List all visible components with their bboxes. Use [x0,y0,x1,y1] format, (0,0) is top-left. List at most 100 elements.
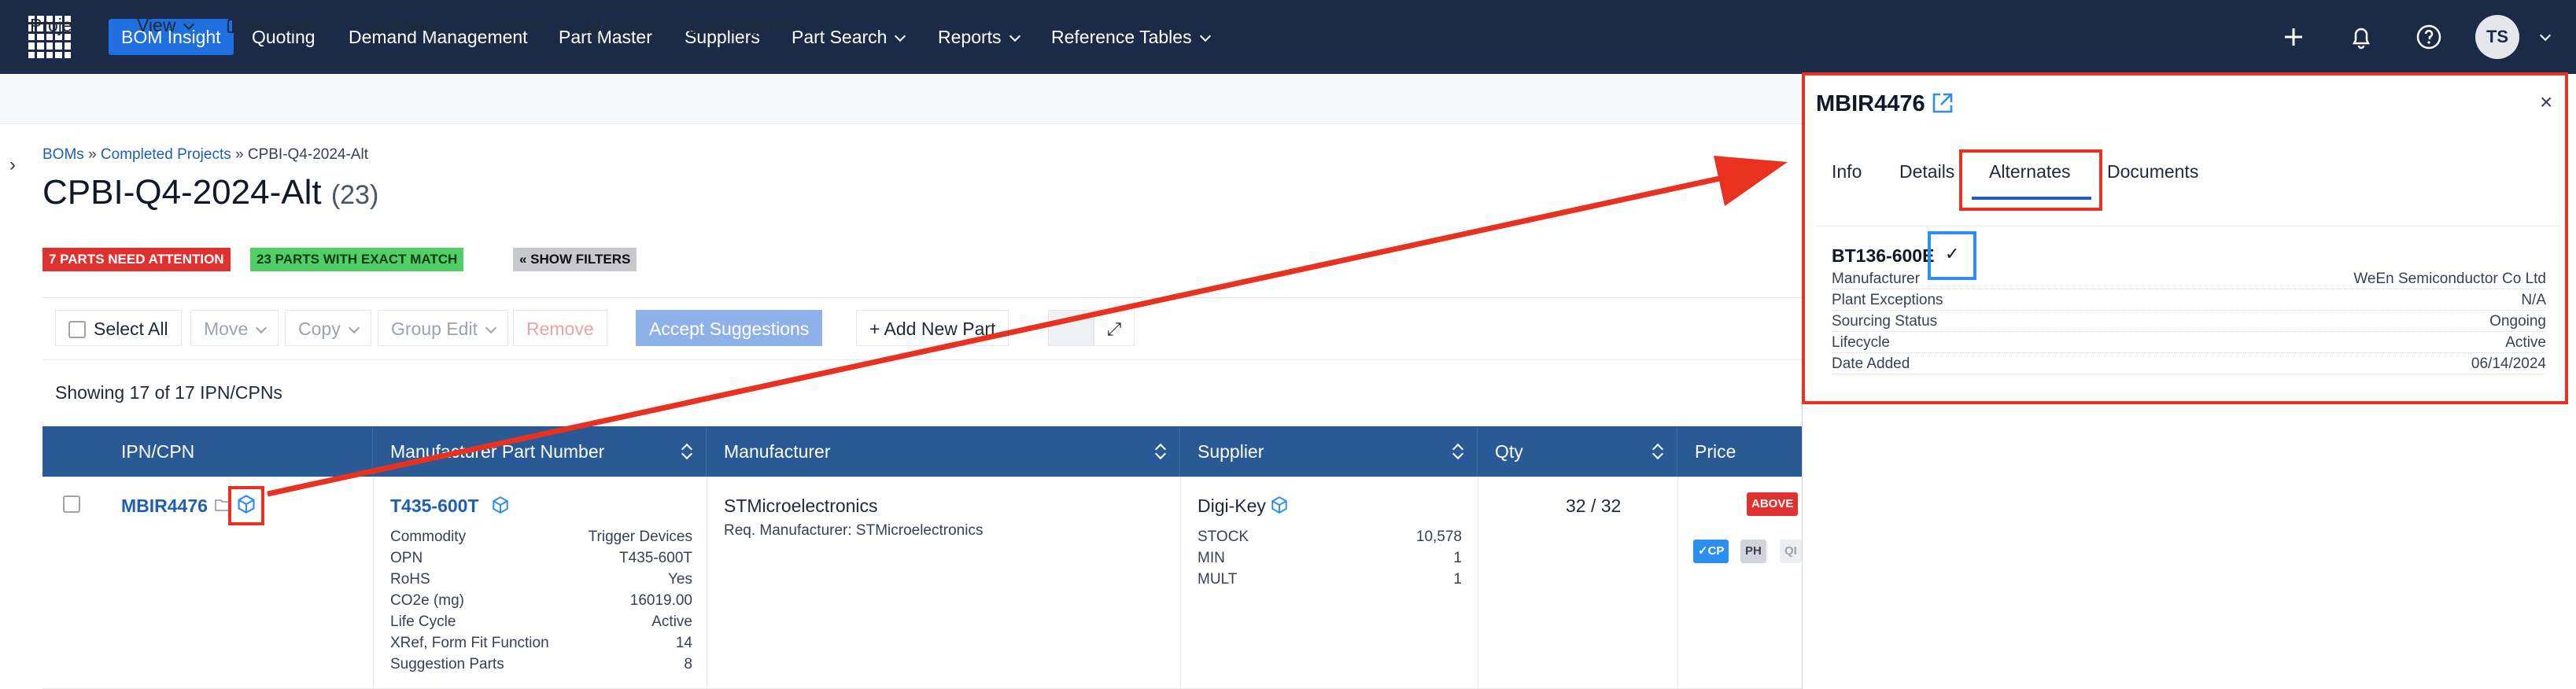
sort-icon[interactable] [1653,444,1663,459]
checkbox[interactable] [68,321,86,338]
expand-icon[interactable]: ⤢ [1094,310,1135,346]
remove-button[interactable]: Remove [513,310,607,346]
cube-icon[interactable] [491,496,510,514]
price-above-badge: ABOVE [1747,492,1799,516]
menu-history-label: History [493,15,549,35]
menu-alerts[interactable]: Alerts [370,11,438,39]
col-manufacturer[interactable]: Manufacturer [707,426,1180,477]
detail-row: Commodity Trigger Devices [390,529,692,546]
user-avatar[interactable]: TS [2475,15,2519,59]
show-filters-button[interactable]: « SHOW FILTERS [513,248,637,271]
chip-cp[interactable]: ✓CP [1693,540,1729,563]
col-price-label: Price [1695,441,1736,462]
chevron-down-icon [1199,30,1211,42]
menu-versions[interactable]: Versions [227,11,338,39]
help-icon[interactable] [2412,20,2445,53]
divider [1180,477,1181,689]
breadcrumb: BOMs » Completed Projects » CPBI-Q4-2024… [42,146,368,164]
expand-sidebar-icon[interactable]: › [9,154,16,176]
chevron-down-icon [94,18,105,31]
breadcrumb-boms[interactable]: BOMs [42,146,84,163]
col-price[interactable]: Price [1677,426,1802,477]
select-all-checkbox[interactable]: Select All [55,310,182,346]
col-mpn[interactable]: Manufacturer Part Number [373,426,707,477]
col-ipn-cpn[interactable]: IPN/CPN [42,426,373,477]
col-supplier[interactable]: Supplier [1180,426,1478,477]
row-checkbox[interactable] [63,496,80,513]
notes-icon [585,19,600,33]
sort-icon[interactable] [682,444,692,459]
detail-value: 16019.00 [629,592,692,609]
stock-label: MULT [1198,571,1238,588]
mpn-link[interactable]: T435-600T [390,496,479,517]
annotation-icon-box [228,486,264,525]
chevron-down-icon[interactable] [2539,29,2552,42]
attention-badge[interactable]: 7 PARTS NEED ATTENTION [42,248,231,271]
menu-view[interactable]: View [137,11,195,39]
annotation-panel-box [1802,72,2568,404]
menu-intelligence[interactable]: Intelligence [685,11,798,39]
stock-value: 1 [1453,550,1462,566]
detail-value: T435-600T [619,550,692,566]
accept-suggestions-button[interactable]: Accept Suggestions [636,310,823,346]
stock-row: MULT 1 [1198,571,1462,588]
chip-ph[interactable]: PH [1740,540,1766,563]
detail-label: RoHS [390,571,430,588]
stock-row: STOCK 10,578 [1198,529,1462,546]
copy-button[interactable]: Copy [285,310,371,346]
ipn-link[interactable]: MBIR4476 [121,496,208,517]
exact-match-badge[interactable]: 23 PARTS WITH EXACT MATCH [250,248,464,271]
divider [1677,477,1678,689]
move-button[interactable]: Move [190,310,279,346]
cube-icon[interactable] [1270,496,1289,514]
qty-value: 32 / 32 [1566,496,1622,516]
breadcrumb-completed-projects[interactable]: Completed Projects [101,146,231,163]
req-manufacturer: Req. Manufacturer: STMicroelectronics [724,522,984,539]
col-mpn-label: Manufacturer Part Number [390,441,605,462]
menu-project[interactable]: Project [30,11,105,39]
bell-icon[interactable] [2345,20,2378,53]
sort-icon[interactable] [1453,444,1463,459]
detail-label: Life Cycle [390,613,456,630]
copy-label: Copy [298,319,341,339]
col-qty[interactable]: Qty [1478,426,1677,477]
detail-label: Commodity [390,529,467,545]
detail-label: CO2e (mg) [390,592,464,609]
detail-label: OPN [390,550,423,566]
collapse-icon[interactable] [1048,310,1094,346]
stock-value: 1 [1453,571,1462,588]
page-title: CPBI-Q4-2024-Alt (23) [42,173,378,212]
divider [373,477,374,689]
menu-view-label: View [137,15,176,35]
menu-notes-label: Notes [606,15,654,35]
detail-value: 14 [675,635,692,651]
detail-row: OPN T435-600T [390,550,692,567]
nav-part-search[interactable]: Part Search [779,19,917,55]
history-icon [472,19,486,33]
nav-part-search-label: Part Search [792,27,888,47]
chevron-down-icon [256,322,268,334]
nav-reports[interactable]: Reports [925,19,1032,55]
chip-qi[interactable]: QI [1780,540,1802,563]
detail-row: Life Cycle Active [390,613,692,631]
plus-icon[interactable] [2277,20,2310,53]
menu-project-label: Project [30,15,87,35]
nav-reference-tables[interactable]: Reference Tables [1039,19,1222,55]
chevron-down-icon [1009,30,1020,42]
sort-icon[interactable] [1156,444,1165,459]
menu-notes[interactable]: Notes [584,11,653,39]
page-title-text: CPBI-Q4-2024-Alt [42,173,322,212]
group-edit-button[interactable]: Group Edit [378,310,508,346]
versions-icon [227,19,243,33]
chevron-down-icon [348,322,360,334]
table-row [42,477,1802,689]
menu-history[interactable]: History [471,11,549,39]
breadcrumb-separator: » [235,146,244,163]
stock-label: STOCK [1198,529,1249,545]
table-header: IPN/CPN Manufacturer Part Number Manufac… [42,426,1802,477]
detail-value: Active [651,613,692,630]
add-new-part-button[interactable]: + Add New Part [856,310,1009,346]
stock-label: MIN [1198,550,1225,566]
menu-versions-label: Versions [249,15,319,35]
menu-intelligence-label: Intelligence [707,15,799,35]
